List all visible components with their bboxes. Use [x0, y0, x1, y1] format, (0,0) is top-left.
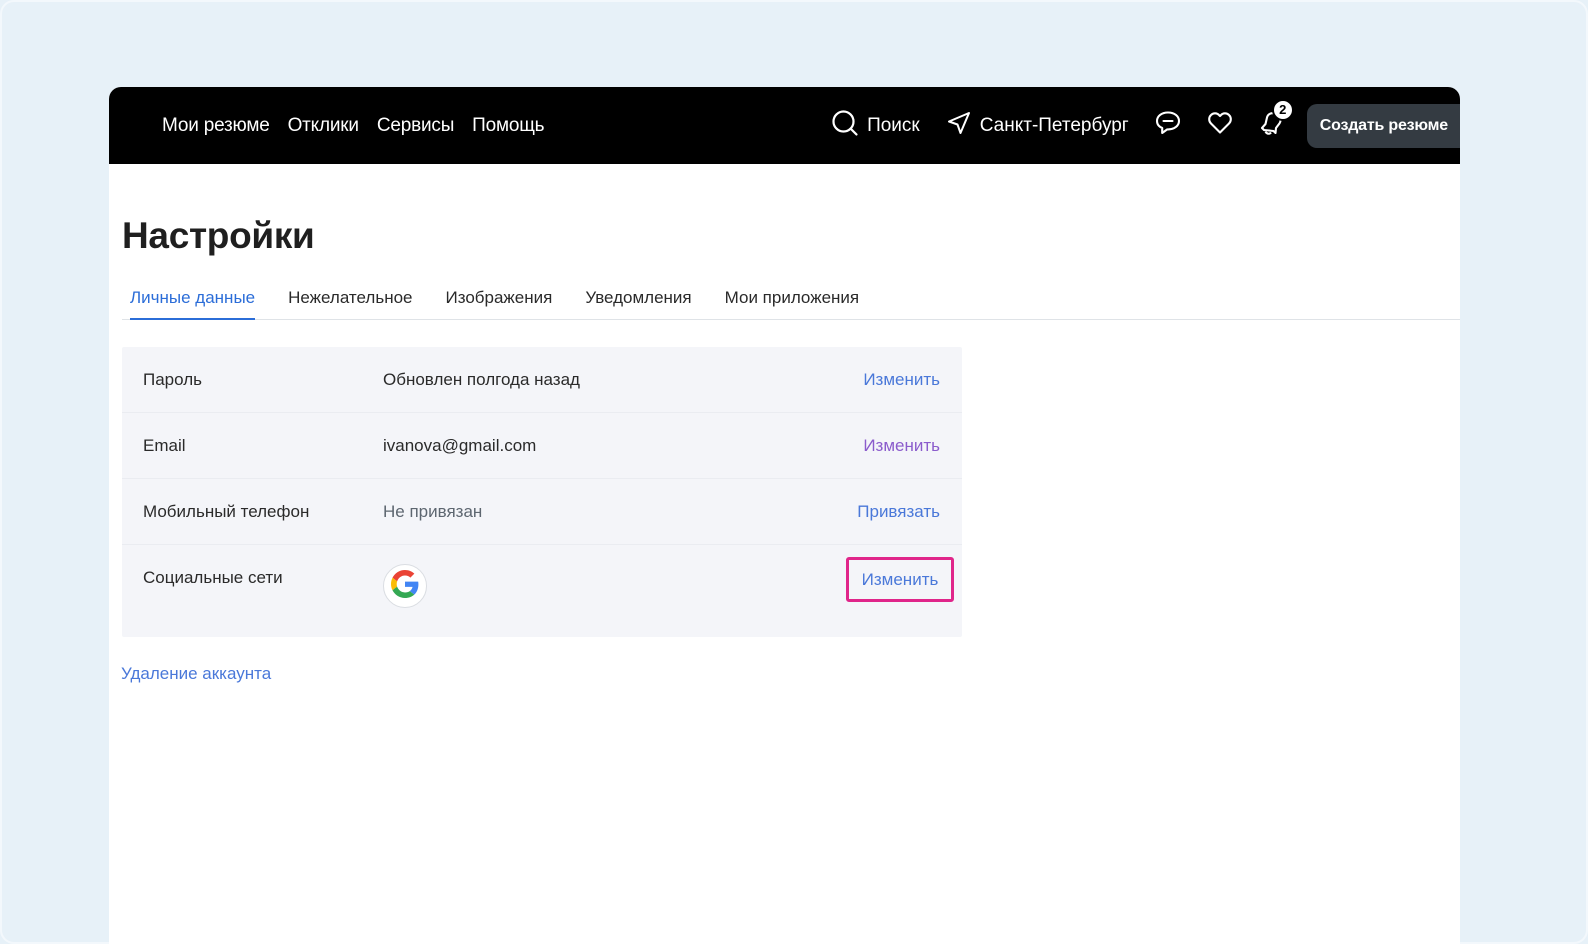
create-resume-button[interactable]: Создать резюме [1306, 103, 1460, 148]
password-value: Обновлен полгода назад [383, 370, 580, 389]
phone-row: Мобильный телефон Не привязан Привязать [122, 479, 962, 545]
search-label: Поиск [867, 114, 920, 136]
delete-account-link[interactable]: Удаление аккаунта [121, 664, 271, 684]
location-arrow-icon [946, 110, 972, 142]
favorites-button[interactable] [1205, 111, 1235, 141]
notifications-count-badge: 2 [1271, 98, 1294, 121]
nav-actions: Поиск Санкт-Петербург 2 Создать резюме [831, 87, 1460, 164]
google-account [383, 564, 427, 608]
city-selector[interactable]: Санкт-Петербург [946, 110, 1129, 142]
chat-icon [1154, 109, 1182, 142]
change-social-button-highlighted[interactable]: Изменить [846, 557, 954, 602]
city-label: Санкт-Петербург [979, 114, 1129, 136]
nav-my-resumes[interactable]: Мои резюме [162, 115, 270, 137]
phone-label: Мобильный телефон [143, 502, 310, 521]
search-icon [831, 109, 859, 143]
settings-tabs: Личные данные Нежелательное Изображения … [122, 280, 1460, 320]
nav-services[interactable]: Сервисы [377, 115, 455, 137]
top-navigation-bar: Мои резюме Отклики Сервисы Помощь Поиск [109, 87, 1460, 164]
browser-window: Мои резюме Отклики Сервисы Помощь Поиск [109, 87, 1460, 944]
tab-notifications[interactable]: Уведомления [585, 280, 691, 320]
phone-value: Не привязан [383, 502, 483, 521]
personal-data-panel: Пароль Обновлен полгода назад Изменить E… [122, 347, 962, 637]
google-icon [391, 569, 419, 603]
email-label: Email [143, 436, 186, 455]
social-row: Социальные сети Изменить [122, 545, 962, 637]
email-row: Email ivanova@gmail.com Изменить [122, 413, 962, 479]
tab-images[interactable]: Изображения [446, 280, 553, 320]
heart-icon [1206, 109, 1234, 142]
chat-button[interactable] [1153, 111, 1183, 141]
tab-my-apps[interactable]: Мои приложения [725, 280, 859, 320]
search-button[interactable]: Поиск [831, 109, 920, 143]
tab-personal-data[interactable]: Личные данные [130, 280, 256, 320]
notifications-button[interactable]: 2 [1257, 98, 1294, 141]
link-phone-link[interactable]: Привязать [857, 502, 940, 522]
page-title: Настройки [122, 215, 315, 256]
email-value: ivanova@gmail.com [383, 436, 537, 455]
nav-help[interactable]: Помощь [472, 115, 544, 137]
password-row: Пароль Обновлен полгода назад Изменить [122, 347, 962, 413]
change-email-link[interactable]: Изменить [863, 436, 940, 456]
change-social-label: Изменить [861, 569, 939, 589]
password-label: Пароль [143, 370, 202, 389]
social-label: Социальные сети [143, 568, 283, 587]
nav-responses[interactable]: Отклики [288, 115, 359, 137]
main-menu: Мои резюме Отклики Сервисы Помощь [162, 87, 545, 164]
tab-unwanted[interactable]: Нежелательное [288, 280, 412, 320]
change-password-link[interactable]: Изменить [863, 370, 940, 390]
